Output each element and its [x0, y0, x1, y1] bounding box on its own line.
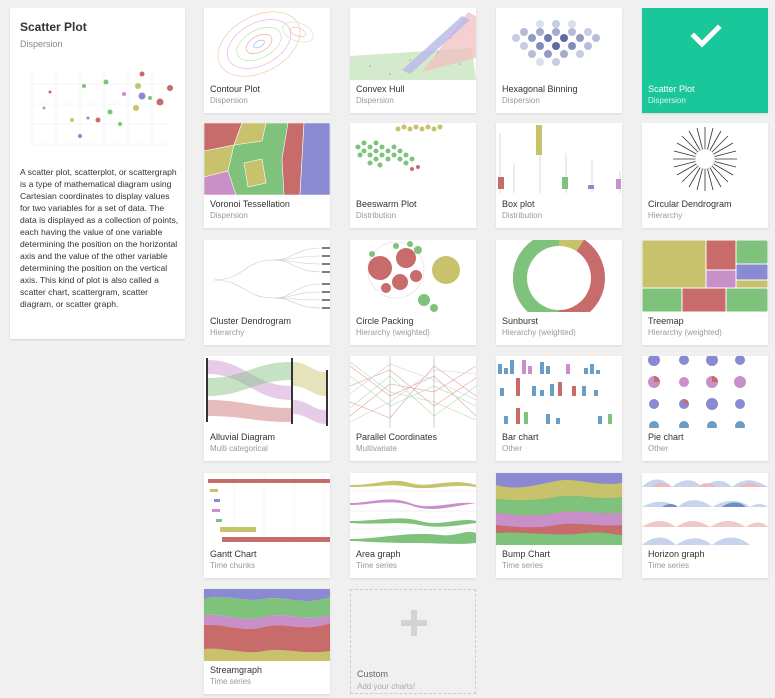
- chart-card-category: Dispersion: [210, 96, 248, 105]
- chart-card-category: Hierarchy: [210, 328, 245, 337]
- chart-card-name: Horizon graph: [648, 549, 705, 559]
- chart-card-category: Time series: [502, 561, 544, 570]
- chart-card-hexagonal-binning[interactable]: Hexagonal Binning Dispersion: [496, 8, 622, 113]
- chart-card-category: Dispersion: [648, 96, 686, 105]
- selected-chart-preview: [20, 64, 177, 152]
- horizon-graph-thumbnail: [642, 473, 768, 545]
- hexagonal-binning-thumbnail: [496, 8, 622, 80]
- alluvial-diagram-thumbnail: [204, 356, 330, 428]
- chart-card-voronoi-tessellation[interactable]: Voronoi Tessellation Dispersion: [204, 123, 330, 228]
- selected-chart-title: Scatter Plot: [20, 20, 87, 34]
- voronoi-tessellation-thumbnail: [204, 123, 330, 195]
- streamgraph-thumbnail: [204, 589, 330, 661]
- sunburst-thumbnail: [496, 240, 622, 312]
- chart-card-convex-hull[interactable]: Convex Hull Dispersion: [350, 8, 476, 113]
- chart-card-category: Dispersion: [502, 96, 540, 105]
- chart-card-name: Beeswarm Plot: [356, 199, 417, 209]
- checkmark-icon: [690, 24, 722, 48]
- chart-card-name: Streamgraph: [210, 665, 263, 675]
- chart-card-box-plot[interactable]: Box plot Distribution: [496, 123, 622, 228]
- chart-card-category: Hierarchy (weighted): [356, 328, 430, 337]
- chart-card-category: Time series: [210, 677, 252, 686]
- chart-card-name: Bar chart: [502, 432, 539, 442]
- chart-card-contour-plot[interactable]: Contour Plot Dispersion: [204, 8, 330, 113]
- chart-card-name: Pie chart: [648, 432, 684, 442]
- chart-card-area-graph[interactable]: Area graph Time series: [350, 473, 476, 578]
- chart-card-circle-packing[interactable]: Circle Packing Hierarchy (weighted): [350, 240, 476, 345]
- chart-card-category: Dispersion: [356, 96, 394, 105]
- chart-card-name: Cluster Dendrogram: [210, 316, 292, 326]
- chart-card-category: Hierarchy (weighted): [502, 328, 576, 337]
- selected-chart-category: Dispersion: [20, 39, 63, 49]
- chart-card-category: Hierarchy (weighted): [648, 328, 722, 337]
- chart-card-category: Time chunks: [210, 561, 256, 570]
- chart-card-name: Hexagonal Binning: [502, 84, 578, 94]
- chart-card-category: Multivariate: [356, 444, 397, 453]
- parallel-coordinates-thumbnail: [350, 356, 476, 428]
- chart-card-category: Hierarchy: [648, 211, 683, 220]
- chart-card-pie-chart[interactable]: Pie chart Other: [642, 356, 768, 461]
- chart-card-scatter-plot[interactable]: Scatter Plot Dispersion: [642, 8, 768, 113]
- custom-chart-label: Custom: [357, 669, 389, 679]
- contour-plot-thumbnail: [204, 8, 330, 80]
- chart-card-category: Other: [648, 444, 669, 453]
- chart-card-alluvial-diagram[interactable]: Alluvial Diagram Multi categorical: [204, 356, 330, 461]
- chart-card-bar-chart[interactable]: Bar chart Other: [496, 356, 622, 461]
- chart-card-circular-dendrogram[interactable]: Circular Dendrogram Hierarchy: [642, 123, 768, 228]
- bump-chart-thumbnail: [496, 473, 622, 545]
- scatter-plot-thumbnail: [642, 8, 768, 80]
- cluster-dendrogram-thumbnail: [204, 240, 330, 312]
- chart-card-category: Dispersion: [210, 211, 248, 220]
- chart-card-horizon-graph[interactable]: Horizon graph Time series: [642, 473, 768, 578]
- chart-card-category: Other: [502, 444, 523, 453]
- chart-card-streamgraph[interactable]: Streamgraph Time series: [204, 589, 330, 694]
- chart-card-treemap[interactable]: Treemap Hierarchy (weighted): [642, 240, 768, 345]
- chart-card-name: Contour Plot: [210, 84, 261, 94]
- chart-card-name: Convex Hull: [356, 84, 405, 94]
- chart-card-name: Parallel Coordinates: [356, 432, 438, 442]
- area-graph-thumbnail: [350, 473, 476, 545]
- chart-detail-panel: Scatter Plot Dispersion A scatter plot, …: [10, 8, 185, 339]
- chart-card-custom[interactable]: Custom Add your charts!: [350, 589, 476, 694]
- chart-card-name: Scatter Plot: [648, 84, 695, 94]
- chart-card-name: Box plot: [502, 199, 535, 209]
- chart-card-name: Alluvial Diagram: [210, 432, 276, 442]
- chart-card-name: Sunburst: [502, 316, 539, 326]
- box-plot-thumbnail: [496, 123, 622, 195]
- chart-card-name: Voronoi Tessellation: [210, 199, 290, 209]
- chart-card-category: Time series: [648, 561, 690, 570]
- beeswarm-plot-thumbnail: [350, 123, 476, 195]
- chart-card-name: Area graph: [356, 549, 401, 559]
- chart-card-name: Gantt Chart: [210, 549, 257, 559]
- chart-card-name: Bump Chart: [502, 549, 551, 559]
- chart-card-beeswarm-plot[interactable]: Beeswarm Plot Distribution: [350, 123, 476, 228]
- chart-card-bump-chart[interactable]: Bump Chart Time series: [496, 473, 622, 578]
- chart-card-category: Distribution: [356, 211, 397, 220]
- chart-card-category: Time series: [356, 561, 398, 570]
- chart-card-name: Circle Packing: [356, 316, 414, 326]
- pie-chart-thumbnail: [642, 356, 768, 428]
- chart-card-cluster-dendrogram[interactable]: Cluster Dendrogram Hierarchy: [204, 240, 330, 345]
- chart-card-parallel-coordinates[interactable]: Parallel Coordinates Multivariate: [350, 356, 476, 461]
- convex-hull-thumbnail: [350, 8, 476, 80]
- circle-packing-thumbnail: [350, 240, 476, 312]
- circular-dendrogram-thumbnail: [642, 123, 768, 195]
- chart-card-gantt-chart[interactable]: Gantt Chart Time chunks: [204, 473, 330, 578]
- custom-chart-sublabel: Add your charts!: [357, 682, 416, 691]
- chart-card-name: Treemap: [648, 316, 684, 326]
- chart-card-sunburst[interactable]: Sunburst Hierarchy (weighted): [496, 240, 622, 345]
- treemap-thumbnail: [642, 240, 768, 312]
- selected-chart-description: A scatter plot, scatterplot, or scatterg…: [20, 167, 179, 309]
- chart-card-name: Circular Dendrogram: [648, 199, 732, 209]
- gantt-chart-thumbnail: [204, 473, 330, 545]
- chart-card-category: Multi categorical: [210, 444, 268, 453]
- plus-icon: [401, 610, 427, 636]
- bar-chart-thumbnail: [496, 356, 622, 428]
- chart-card-category: Distribution: [502, 211, 543, 220]
